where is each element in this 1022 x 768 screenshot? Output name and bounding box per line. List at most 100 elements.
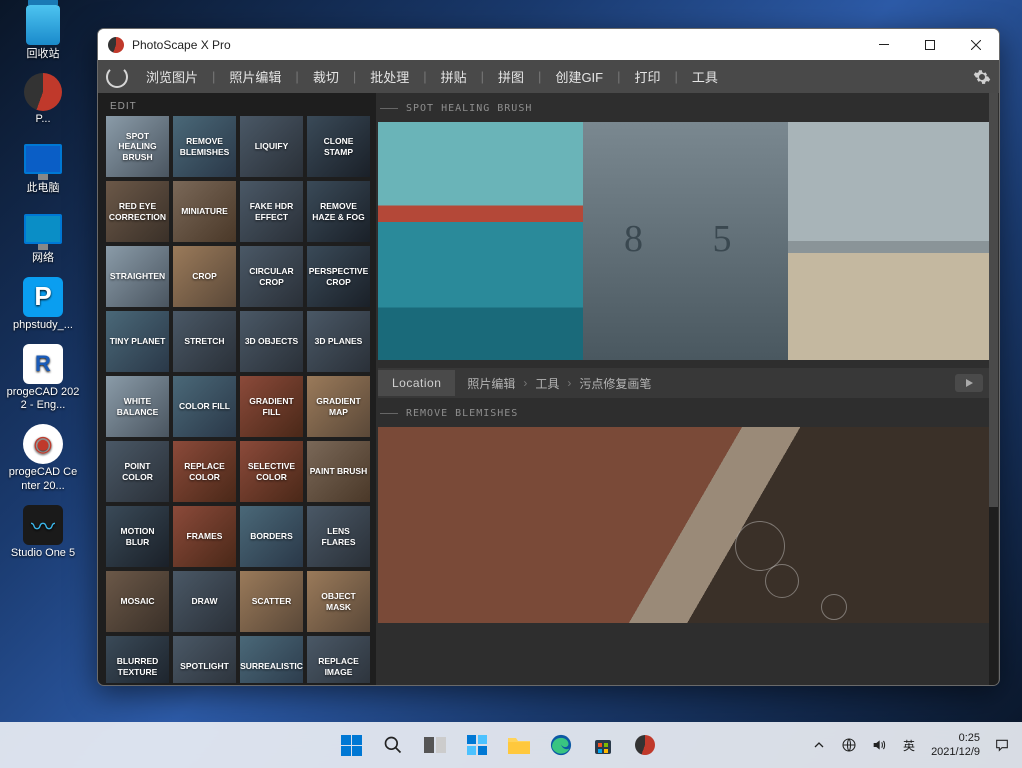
explorer-button[interactable] xyxy=(499,725,539,765)
preview-image-spot[interactable] xyxy=(378,122,993,360)
tool-tile-lens-flares[interactable]: LENS FLARES xyxy=(307,506,370,567)
notifications-icon[interactable] xyxy=(990,725,1014,765)
tile-label: LENS FLARES xyxy=(307,524,370,548)
tool-tile-paint-brush[interactable]: PAINT BRUSH xyxy=(307,441,370,502)
desktop-icon-progecadcenter[interactable]: ◉progeCAD Center 20... xyxy=(6,424,80,492)
crumb-1[interactable]: 照片编辑 xyxy=(467,375,515,392)
tool-tile-motion-blur[interactable]: MOTION BLUR xyxy=(106,506,169,567)
tool-tile-frames[interactable]: FRAMES xyxy=(173,506,236,567)
network-icon[interactable] xyxy=(837,725,861,765)
desktop-icon-progecad[interactable]: RprogeCAD 2022 - Eng... xyxy=(6,344,80,412)
tab-print[interactable]: 打印 xyxy=(631,67,665,86)
settings-button[interactable] xyxy=(973,68,991,86)
preview-image-blemish[interactable] xyxy=(378,427,993,623)
app-title: PhotoScape X Pro xyxy=(132,38,231,52)
tool-tile-crop[interactable]: CROP xyxy=(173,246,236,307)
ime-label[interactable]: 英 xyxy=(897,725,921,765)
tool-tile-scatter[interactable]: SCATTER xyxy=(240,571,303,632)
desktop-icon-phpstudy[interactable]: Pphpstudy_... xyxy=(6,277,80,332)
app-window: PhotoScape X Pro 浏览图片| 照片编辑| 裁切| 批处理| 拼贴… xyxy=(97,28,1000,686)
tool-tile-replace-color[interactable]: REPLACE COLOR xyxy=(173,441,236,502)
tab-batch[interactable]: 批处理 xyxy=(366,67,413,86)
start-button[interactable] xyxy=(331,725,371,765)
tool-tile-fake-hdr-effect[interactable]: FAKE HDR EFFECT xyxy=(240,181,303,242)
tool-tile-liquify[interactable]: LIQUIFY xyxy=(240,116,303,177)
tool-tile-draw[interactable]: DRAW xyxy=(173,571,236,632)
tile-label: LIQUIFY xyxy=(253,139,291,153)
tab-combine[interactable]: 拼图 xyxy=(494,67,528,86)
minimize-button[interactable] xyxy=(861,29,907,60)
tab-collage[interactable]: 拼贴 xyxy=(437,67,471,86)
tile-label: BLURRED TEXTURE xyxy=(106,654,169,678)
tile-label: FAKE HDR EFFECT xyxy=(240,199,303,223)
tile-label: 3D OBJECTS xyxy=(243,334,300,348)
tool-tile-miniature[interactable]: MINIATURE xyxy=(173,181,236,242)
tool-tile-color-fill[interactable]: COLOR FILL xyxy=(173,376,236,437)
tile-label: POINT COLOR xyxy=(106,459,169,483)
tool-tile-selective-color[interactable]: SELECTIVE COLOR xyxy=(240,441,303,502)
tool-tile-blurred-texture[interactable]: BLURRED TEXTURE xyxy=(106,636,169,683)
crumb-2[interactable]: 工具 xyxy=(535,375,559,392)
volume-icon[interactable] xyxy=(867,725,891,765)
tool-tile-spot-healing-brush[interactable]: SPOT HEALING BRUSH xyxy=(106,116,169,177)
edge-button[interactable] xyxy=(541,725,581,765)
tab-gif[interactable]: 创建GIF xyxy=(551,67,607,86)
tool-tile-red-eye-correction[interactable]: RED EYE CORRECTION xyxy=(106,181,169,242)
tile-label: REPLACE IMAGE xyxy=(307,654,370,678)
desktop-icon-thispc[interactable]: 此电脑 xyxy=(6,138,80,195)
tool-tile-perspective-crop[interactable]: PERSPECTIVE CROP xyxy=(307,246,370,307)
titlebar[interactable]: PhotoScape X Pro xyxy=(98,29,999,60)
toolbar-logo-icon[interactable] xyxy=(106,66,128,88)
tile-label: TINY PLANET xyxy=(108,334,168,348)
tool-tile-remove-haze-fog[interactable]: REMOVE HAZE & FOG xyxy=(307,181,370,242)
store-button[interactable] xyxy=(583,725,623,765)
desktop-icon-recycle[interactable]: 回收站 xyxy=(6,4,80,61)
maximize-button[interactable] xyxy=(907,29,953,60)
vertical-scrollbar[interactable] xyxy=(989,93,998,685)
tool-tile-borders[interactable]: BORDERS xyxy=(240,506,303,567)
tool-tile-remove-blemishes[interactable]: REMOVE BLEMISHES xyxy=(173,116,236,177)
desktop-icon-p[interactable]: P... xyxy=(6,73,80,126)
tool-tile-object-mask[interactable]: OBJECT MASK xyxy=(307,571,370,632)
play-button[interactable] xyxy=(955,374,983,392)
tile-label: REMOVE BLEMISHES xyxy=(173,134,236,158)
section-header-remove: REMOVE BLEMISHES xyxy=(380,408,993,419)
tile-label: 3D PLANES xyxy=(313,334,365,348)
tool-tile-gradient-map[interactable]: GRADIENT MAP xyxy=(307,376,370,437)
crumb-3[interactable]: 污点修复画笔 xyxy=(579,375,651,392)
tile-label: MOTION BLUR xyxy=(106,524,169,548)
tool-tile-clone-stamp[interactable]: CLONE STAMP xyxy=(307,116,370,177)
tool-tile-tiny-planet[interactable]: TINY PLANET xyxy=(106,311,169,372)
tool-tile-straighten[interactable]: STRAIGHTEN xyxy=(106,246,169,307)
desktop-icon-network[interactable]: 网络 xyxy=(6,208,80,265)
tool-tile-point-color[interactable]: POINT COLOR xyxy=(106,441,169,502)
tile-label: GRADIENT FILL xyxy=(240,394,303,418)
widgets-button[interactable] xyxy=(457,725,497,765)
tool-tile-mosaic[interactable]: MOSAIC xyxy=(106,571,169,632)
tray-expand-icon[interactable] xyxy=(807,725,831,765)
tool-tile-circular-crop[interactable]: CIRCULAR CROP xyxy=(240,246,303,307)
tile-label: GRADIENT MAP xyxy=(307,394,370,418)
tools-grid: SPOT HEALING BRUSHREMOVE BLEMISHES LIQUIF… xyxy=(106,116,376,683)
tool-tile-3d-objects[interactable]: 3D OBJECTS xyxy=(240,311,303,372)
tab-edit[interactable]: 照片编辑 xyxy=(225,67,285,86)
app-logo-icon xyxy=(108,37,124,53)
tile-label: COLOR FILL xyxy=(177,399,232,413)
tool-tile-white-balance[interactable]: WHITE BALANCE xyxy=(106,376,169,437)
tool-tile-3d-planes[interactable]: 3D PLANES xyxy=(307,311,370,372)
tool-tile-spotlight[interactable]: SPOTLIGHT xyxy=(173,636,236,683)
tool-tile-stretch[interactable]: STRETCH xyxy=(173,311,236,372)
tab-cut[interactable]: 裁切 xyxy=(309,67,343,86)
tool-tile-replace-image[interactable]: REPLACE IMAGE xyxy=(307,636,370,683)
tool-tile-gradient-fill[interactable]: GRADIENT FILL xyxy=(240,376,303,437)
tab-tools[interactable]: 工具 xyxy=(688,67,722,86)
tab-browse[interactable]: 浏览图片 xyxy=(142,67,202,86)
photoscape-taskbar-icon[interactable] xyxy=(625,725,665,765)
search-button[interactable] xyxy=(373,725,413,765)
tile-label: STRAIGHTEN xyxy=(108,269,167,283)
desktop-icon-studioone[interactable]: 〰Studio One 5 xyxy=(6,505,80,560)
clock[interactable]: 0:25 2021/12/9 xyxy=(927,731,984,760)
close-button[interactable] xyxy=(953,29,999,60)
tool-tile-surrealistic[interactable]: SURREALISTIC xyxy=(240,636,303,683)
taskview-button[interactable] xyxy=(415,725,455,765)
